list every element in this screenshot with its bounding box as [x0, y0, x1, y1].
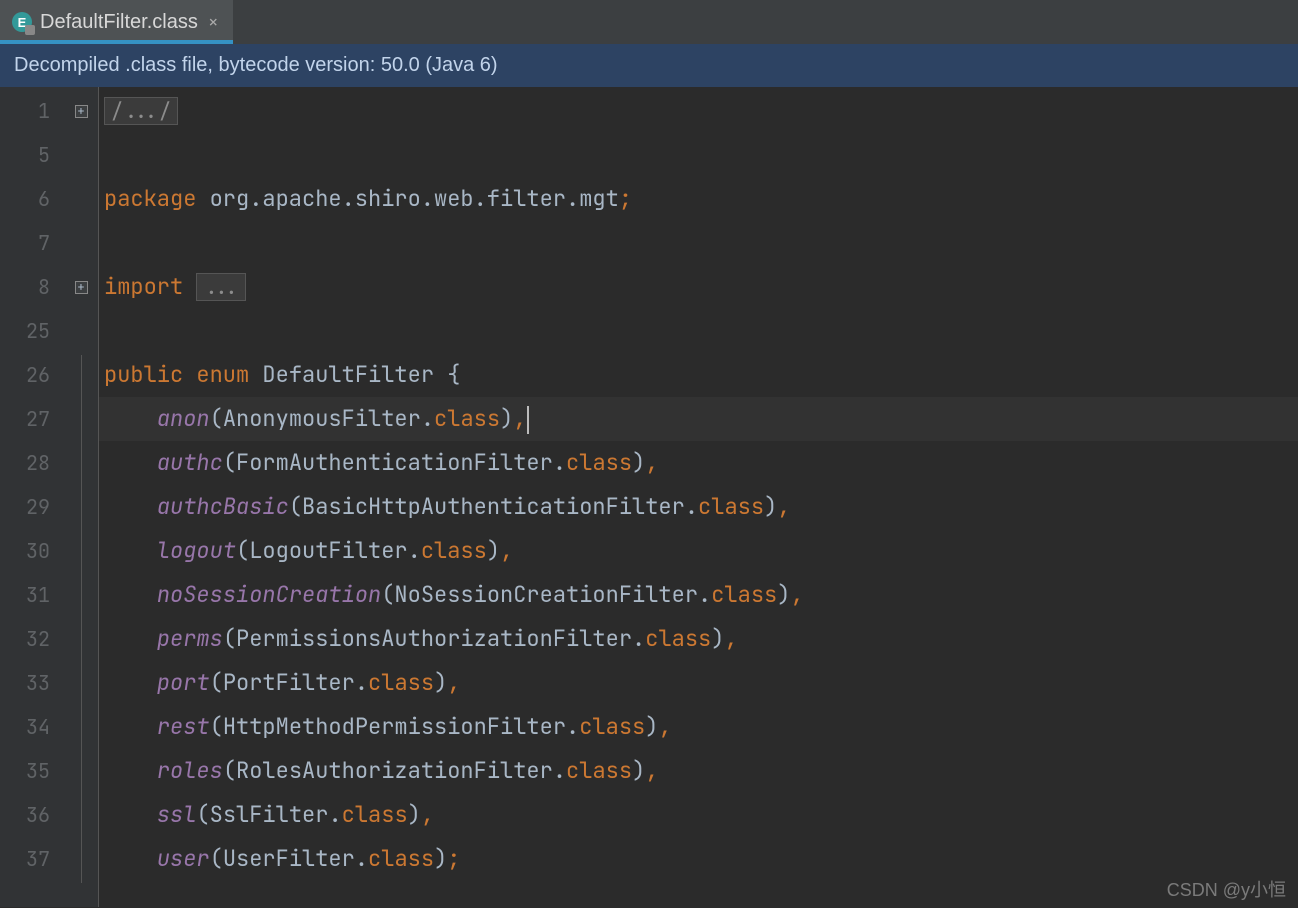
decompile-banner: Decompiled .class file, bytecode version… [0, 44, 1298, 87]
line-number: 30 [0, 529, 64, 573]
line-number: 8 [0, 265, 64, 309]
code-line[interactable]: noSessionCreation(NoSessionCreationFilte… [98, 573, 1298, 617]
fold-toggle[interactable]: + [75, 105, 88, 118]
code-line[interactable]: anon(AnonymousFilter.class), [98, 397, 1298, 441]
code-line[interactable]: authc(FormAuthenticationFilter.class), [98, 441, 1298, 485]
fold-toggle[interactable]: + [75, 281, 88, 294]
line-number: 7 [0, 221, 64, 265]
code-line[interactable]: rest(HttpMethodPermissionFilter.class), [98, 705, 1298, 749]
code-line[interactable] [98, 133, 1298, 177]
code-area[interactable]: /.../ package org.apache.shiro.web.filter… [98, 87, 1298, 907]
code-line[interactable]: ssl(SslFilter.class), [98, 793, 1298, 837]
banner-text: Decompiled .class file, bytecode version… [14, 54, 498, 76]
folded-region[interactable]: ... [196, 273, 246, 301]
code-line[interactable] [98, 221, 1298, 265]
line-number: 26 [0, 353, 64, 397]
code-line[interactable]: authcBasic(BasicHttpAuthenticationFilter… [98, 485, 1298, 529]
line-number: 29 [0, 485, 64, 529]
tab-bar: E DefaultFilter.class × [0, 0, 1298, 44]
code-line[interactable]: public enum DefaultFilter { [98, 353, 1298, 397]
code-line[interactable]: /.../ [98, 89, 1298, 133]
line-number: 31 [0, 573, 64, 617]
editor[interactable]: 1567825262728293031323334353637 ++ /.../… [0, 87, 1298, 907]
line-number: 33 [0, 661, 64, 705]
code-line[interactable]: package org.apache.shiro.web.filter.mgt; [98, 177, 1298, 221]
line-number: 25 [0, 309, 64, 353]
code-line[interactable] [98, 309, 1298, 353]
line-number: 35 [0, 749, 64, 793]
line-number: 36 [0, 793, 64, 837]
line-number: 27 [0, 397, 64, 441]
line-number: 37 [0, 837, 64, 881]
line-number: 5 [0, 133, 64, 177]
code-line[interactable]: roles(RolesAuthorizationFilter.class), [98, 749, 1298, 793]
code-line[interactable]: import ... [98, 265, 1298, 309]
tab-label: DefaultFilter.class [40, 11, 198, 34]
code-line[interactable]: port(PortFilter.class), [98, 661, 1298, 705]
enum-icon: E [12, 12, 32, 32]
line-number: 1 [0, 89, 64, 133]
line-number: 34 [0, 705, 64, 749]
code-line[interactable]: user(UserFilter.class); [98, 837, 1298, 881]
code-line[interactable]: logout(LogoutFilter.class), [98, 529, 1298, 573]
line-number: 28 [0, 441, 64, 485]
line-number: 6 [0, 177, 64, 221]
file-tab[interactable]: E DefaultFilter.class × [0, 0, 233, 44]
fold-column: ++ [64, 87, 98, 907]
close-icon[interactable]: × [206, 11, 221, 34]
code-line[interactable]: perms(PermissionsAuthorizationFilter.cla… [98, 617, 1298, 661]
line-number: 32 [0, 617, 64, 661]
line-gutter: 1567825262728293031323334353637 [0, 87, 64, 907]
folded-region[interactable]: /.../ [104, 97, 178, 125]
